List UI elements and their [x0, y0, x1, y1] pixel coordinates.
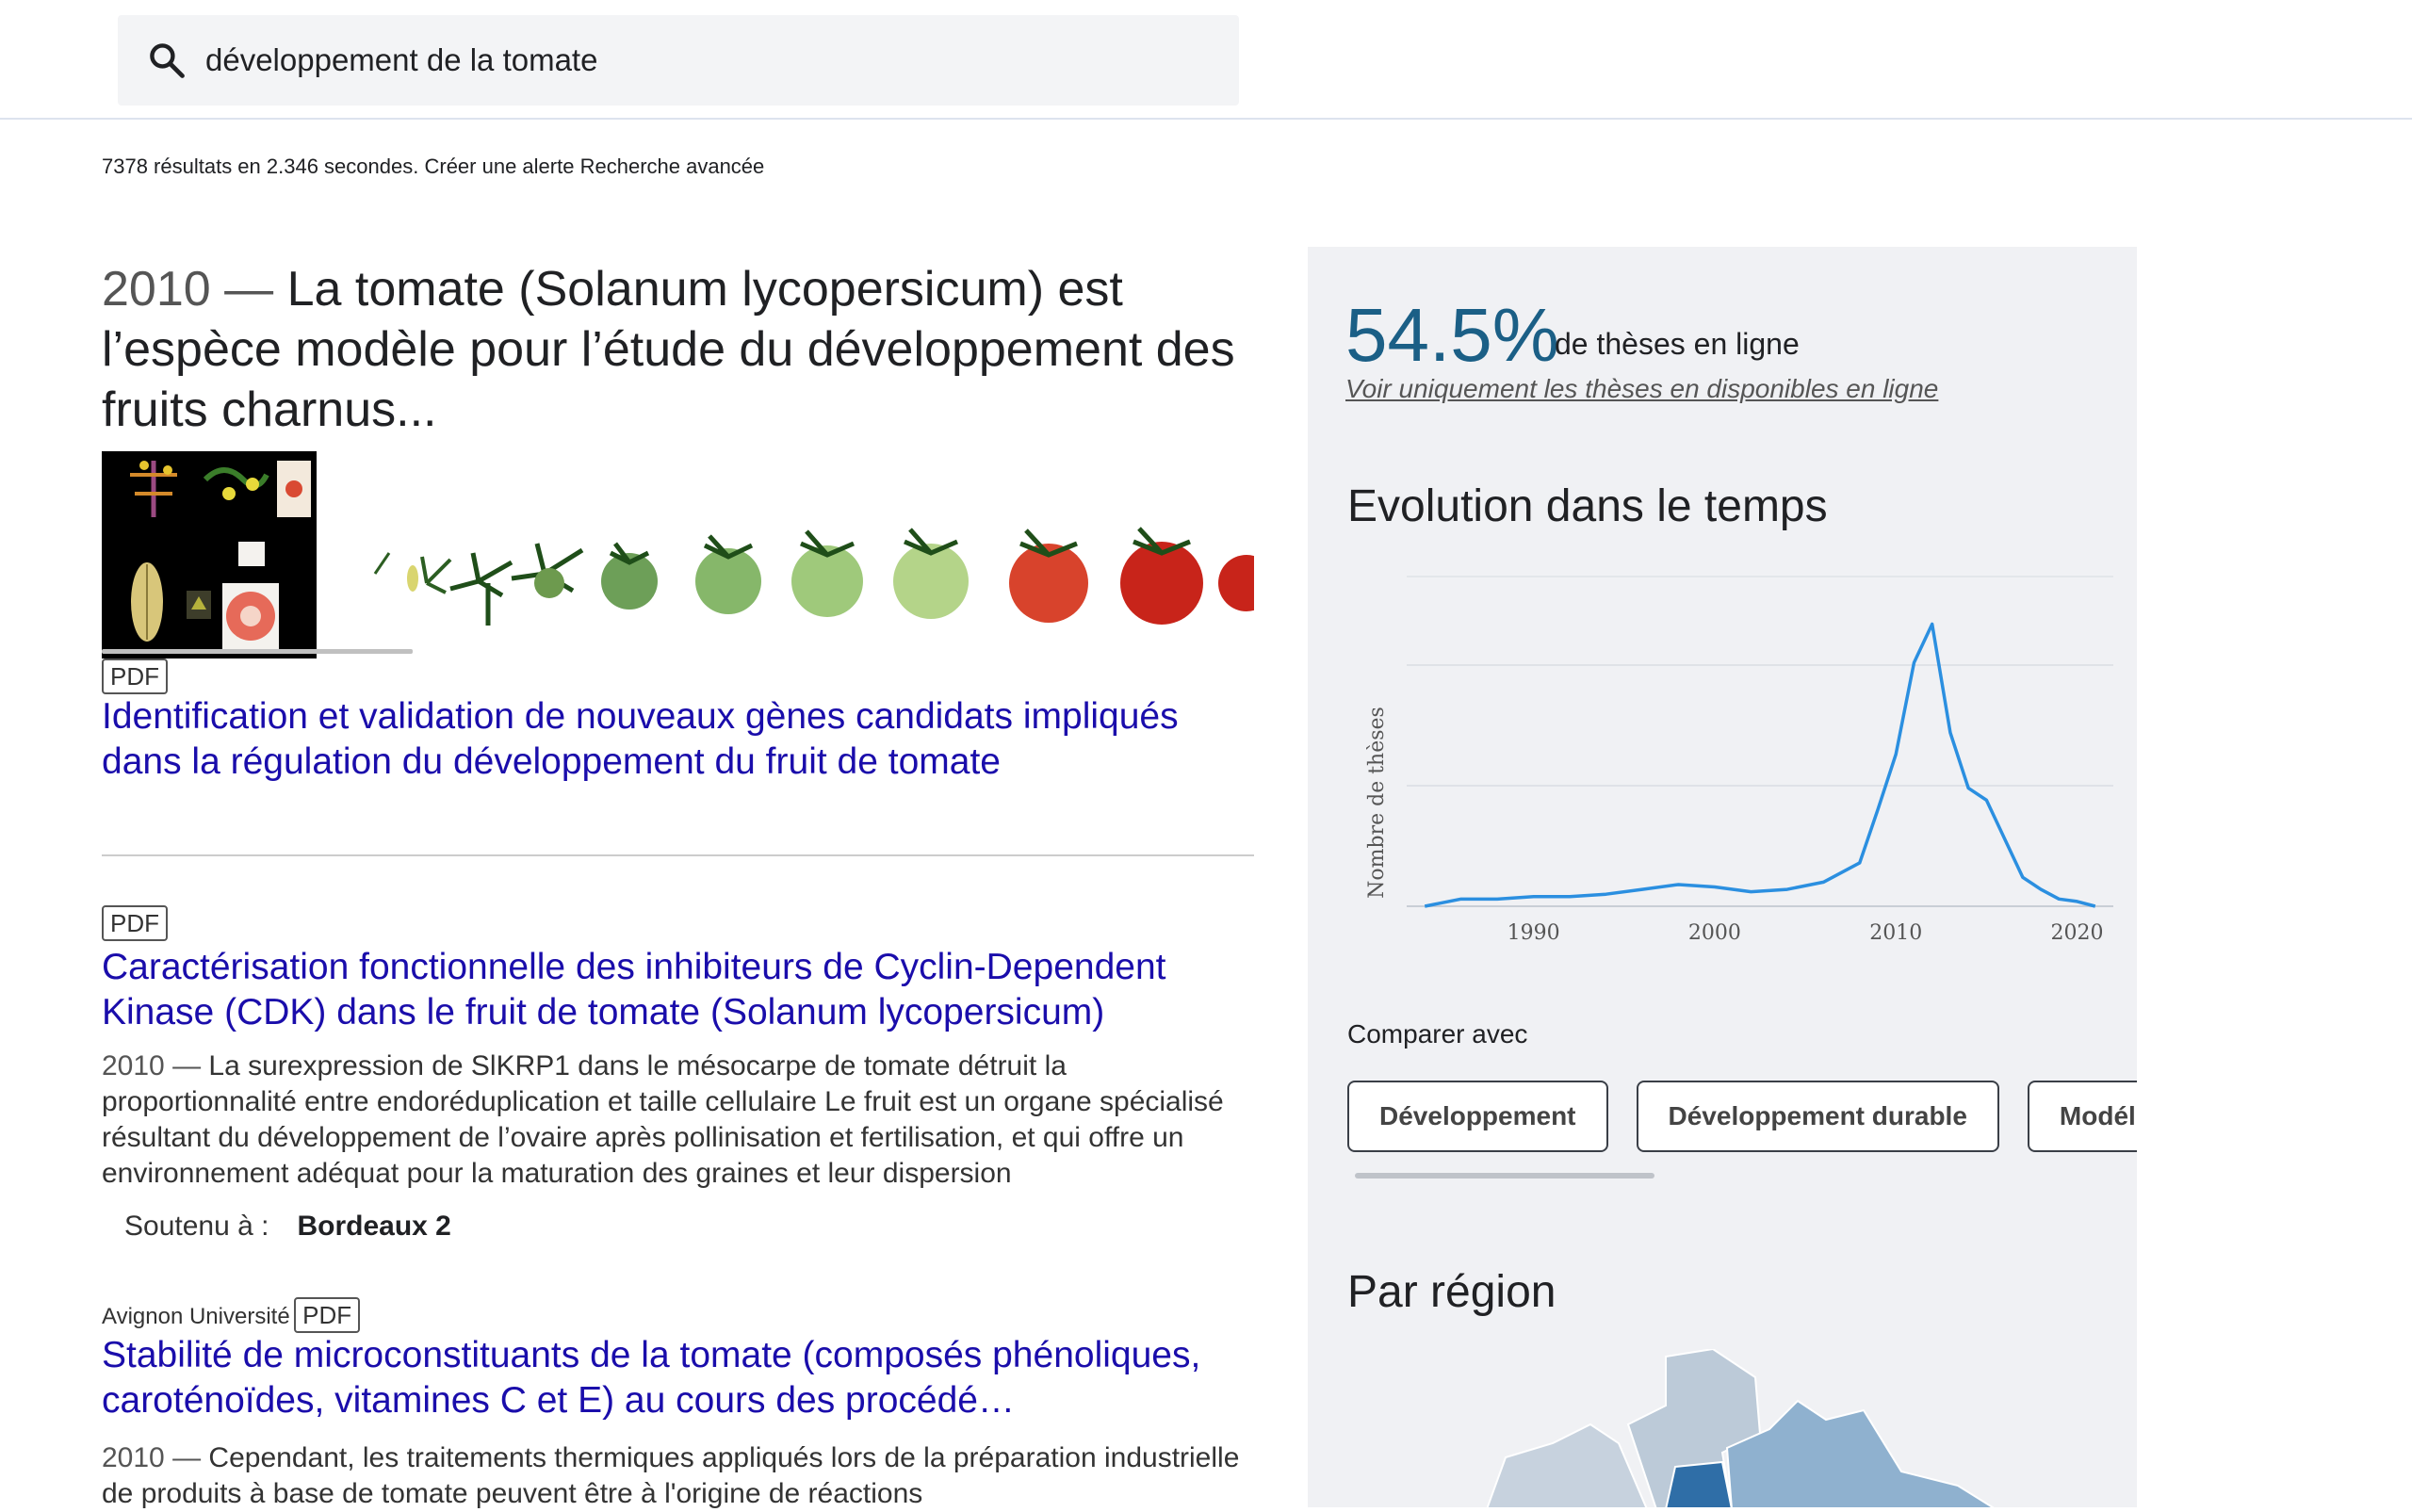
- result-year: 2010: [102, 1050, 165, 1081]
- result-title-link[interactable]: Identification et validation de nouveaux…: [102, 694, 1254, 785]
- pdf-badge[interactable]: PDF: [102, 658, 168, 694]
- defended-at: Soutenu à : Bordeaux 2: [102, 1211, 1254, 1243]
- pdf-badge[interactable]: PDF: [294, 1297, 361, 1333]
- compare-label: Comparer avec: [1347, 1019, 1528, 1049]
- chart-grid: [1407, 576, 2113, 907]
- featured-excerpt: 2010 — La tomate (Solanum lycopersicum) …: [102, 259, 1254, 440]
- result-separator: —: [164, 1050, 209, 1081]
- anatomy-figure: [130, 461, 311, 649]
- result-title-link[interactable]: Caractérisation fonctionnelle des inhibi…: [102, 945, 1254, 1035]
- result-title-link[interactable]: Stabilité de microconstituants de la tom…: [102, 1333, 1254, 1423]
- result-snippet: 2010 — La surexpression de SlKRP1 dans l…: [102, 1049, 1254, 1192]
- featured-result: 2010 — La tomate (Solanum lycopersicum) …: [102, 259, 1254, 785]
- featured-image[interactable]: [102, 451, 1254, 658]
- evolution-chart: Nombre de thèses 1990 2000 2010 2020: [1365, 576, 2113, 945]
- result-separator: —: [164, 1442, 209, 1473]
- top-bar: [0, 0, 2412, 120]
- result-snippet-text: La surexpression de SlKRP1 dans le mésoc…: [102, 1050, 1224, 1189]
- x-tick-label: 2000: [1688, 921, 1741, 945]
- x-tick-label: 2010: [1869, 921, 1922, 945]
- advanced-search-link[interactable]: Recherche avancée: [580, 154, 765, 178]
- x-axis-ticks: 1990 2000 2010 2020: [1508, 921, 2104, 945]
- search-input[interactable]: [205, 34, 1204, 87]
- result-snippet-text: Cependant, les traitements thermiques ap…: [102, 1442, 1240, 1509]
- map-region[interactable]: [1487, 1423, 1648, 1507]
- y-axis-label: Nombre de thèses: [1365, 707, 1389, 899]
- featured-separator: —: [210, 262, 287, 317]
- results-stats: 7378 résultats en 2.346 secondes. Créer …: [102, 154, 764, 179]
- search-icon[interactable]: [146, 40, 187, 81]
- featured-year: 2010: [102, 262, 211, 317]
- online-only-link[interactable]: Voir uniquement les thèses en disponible…: [1345, 374, 1938, 404]
- compare-chips: Développement Développement durable Modéli…: [1347, 1081, 2137, 1158]
- compare-chip[interactable]: Modélisation: [2027, 1081, 2137, 1152]
- x-tick-label: 1990: [1508, 921, 1560, 945]
- green-fruits: [601, 528, 969, 619]
- compare-chip[interactable]: Développement: [1347, 1081, 1608, 1152]
- map-region[interactable]: [1665, 1460, 1733, 1507]
- image-scrollbar[interactable]: [102, 649, 413, 655]
- result-item: PDF Caractérisation fonctionnelle des in…: [102, 905, 1254, 1243]
- results-list: 2010 — La tomate (Solanum lycopersicum) …: [102, 259, 1254, 1512]
- map-region[interactable]: [1725, 1399, 1996, 1507]
- defended-at-label: Soutenu à :: [124, 1211, 269, 1242]
- region-title: Par région: [1347, 1267, 1556, 1317]
- chips-scrollbar[interactable]: [1355, 1173, 1654, 1179]
- create-alert-link[interactable]: Créer une alerte: [424, 154, 574, 178]
- online-percentage: 54.5%: [1345, 293, 1559, 377]
- stem-sprout: [373, 543, 584, 626]
- series-line: [1424, 622, 2096, 908]
- stats-panel: 54.5% de thèses en ligne Voir uniquement…: [1308, 247, 2137, 1507]
- search-box[interactable]: [118, 15, 1239, 106]
- evolution-title: Evolution dans le temps: [1347, 481, 1828, 531]
- results-divider: [102, 854, 1254, 856]
- x-tick-label: 2020: [2051, 921, 2104, 945]
- result-snippet: 2010 — Cependant, les traitements thermi…: [102, 1440, 1254, 1512]
- compare-chip[interactable]: Développement durable: [1636, 1081, 1999, 1152]
- online-percentage-label: de thèses en ligne: [1555, 327, 1800, 361]
- result-item: Avignon Université PDF Stabilité de micr…: [102, 1297, 1254, 1512]
- red-fruits: [1009, 527, 1254, 625]
- result-university: Avignon Université: [102, 1304, 290, 1329]
- pdf-badge[interactable]: PDF: [102, 905, 168, 941]
- defended-at-university: Bordeaux 2: [297, 1211, 451, 1242]
- results-count: 7378 résultats en 2.346 secondes.: [102, 154, 419, 178]
- result-year: 2010: [102, 1442, 165, 1473]
- region-map[interactable]: [1487, 1349, 2137, 1507]
- fruit-anatomy-thumbnail: [102, 451, 317, 658]
- chart-series: [1424, 622, 2096, 908]
